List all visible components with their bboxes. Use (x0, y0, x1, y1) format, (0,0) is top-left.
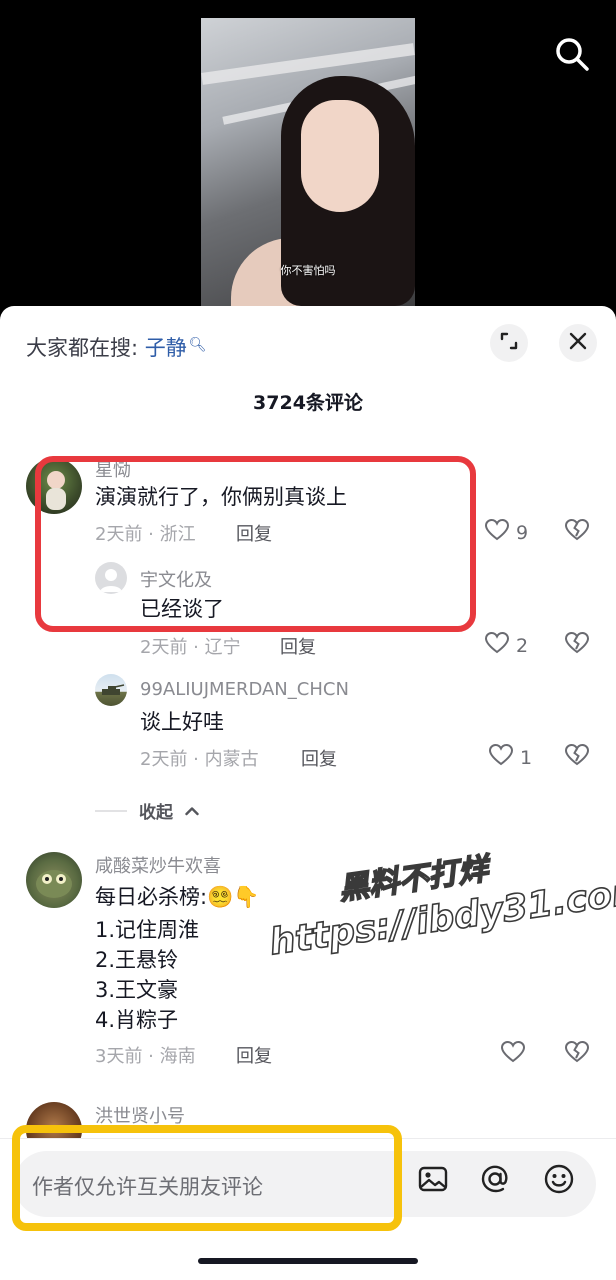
reply-button[interactable]: 回复 (236, 1042, 272, 1068)
ceiling-beam (201, 43, 415, 85)
expand-button[interactable] (490, 324, 528, 362)
close-icon (569, 332, 587, 354)
comment-author[interactable]: 99ALIUJMERDAN_CHCN (140, 679, 349, 700)
collapse-replies-button[interactable]: 收起 (95, 798, 199, 823)
home-indicator[interactable] (198, 1258, 418, 1264)
hot-search-prefix: 大家都在搜: (26, 336, 139, 360)
comment-text-line: 每日必杀榜:😵‍💫👇 (95, 885, 260, 909)
reply-button[interactable]: 回复 (301, 745, 337, 771)
comment-text-line: 3.王文豪 (95, 978, 179, 1002)
heart-icon (484, 631, 510, 660)
highlight-box-yellow (12, 1125, 402, 1231)
comment-text-line: 2.王悬铃 (95, 948, 179, 972)
like-button[interactable]: 2 (484, 631, 528, 660)
like-button[interactable]: 1 (488, 743, 532, 772)
like-count: 1 (520, 746, 533, 769)
comment-input-bar: 作者仅允许互关朋友评论 (0, 1125, 616, 1280)
comment-text: 谈上好哇 (140, 710, 224, 734)
expand-icon (499, 331, 519, 355)
heart-icon (484, 518, 510, 547)
broken-heart-icon (564, 1040, 590, 1068)
chevron-up-icon (185, 801, 199, 820)
comment-meta: 3天前 · 海南 (95, 1046, 196, 1067)
divider (95, 809, 127, 812)
like-count: 9 (516, 521, 529, 544)
broken-heart-icon (564, 743, 590, 771)
close-button[interactable] (559, 324, 597, 362)
video-subtitle: 你不害怕吗 (280, 264, 336, 277)
like-button[interactable] (500, 1040, 526, 1069)
comment-text-line: 1.记住周淮 (95, 918, 200, 942)
dislike-button[interactable] (564, 518, 590, 546)
search-icon[interactable] (554, 36, 590, 72)
reply-button[interactable]: 回复 (280, 633, 316, 659)
video-player[interactable]: 你不害怕吗 (0, 0, 616, 320)
comment-text-line: 4.肖粽子 (95, 1008, 179, 1032)
hot-search-keyword[interactable]: 子静 (145, 336, 187, 360)
mention-icon[interactable] (479, 1163, 511, 1195)
comment-meta: 2天前 · 内蒙古 (140, 749, 259, 770)
highlight-box-red (35, 456, 476, 632)
hot-search-bar: 大家都在搜: 子静 🔍︎ (26, 332, 207, 362)
broken-heart-icon (564, 631, 590, 659)
dislike-button[interactable] (564, 743, 590, 771)
heart-icon (488, 743, 514, 772)
person-face (301, 100, 379, 212)
heart-icon (500, 1040, 526, 1069)
comment-count: 3724条评论 (253, 392, 363, 414)
image-icon[interactable] (417, 1163, 449, 1195)
comment-meta: 2天前 · 辽宁 (140, 637, 241, 658)
avatar[interactable] (26, 852, 82, 908)
like-count: 2 (516, 634, 529, 657)
avatar[interactable] (95, 674, 127, 706)
dislike-button[interactable] (564, 1040, 590, 1068)
emoji-icon[interactable] (543, 1163, 575, 1195)
like-button[interactable]: 9 (484, 518, 528, 547)
collapse-label: 收起 (139, 803, 173, 823)
comment-author[interactable]: 咸酸菜炒牛欢喜 (95, 852, 221, 878)
dislike-button[interactable] (564, 631, 590, 659)
search-small-icon: 🔍︎ (188, 337, 207, 353)
broken-heart-icon (564, 518, 590, 546)
